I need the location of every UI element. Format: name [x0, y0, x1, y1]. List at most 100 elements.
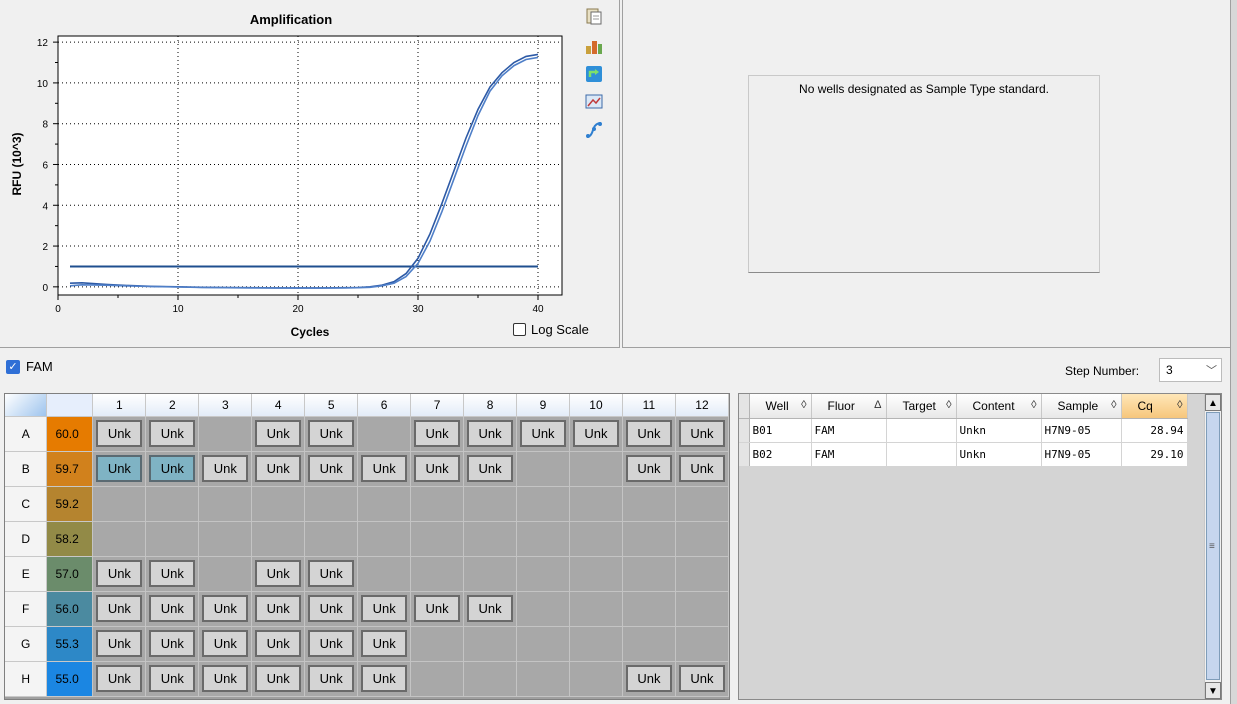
- plate-column-header[interactable]: 3: [198, 394, 253, 417]
- plate-well[interactable]: Unk: [145, 450, 200, 487]
- results-scrollbar[interactable]: ▲ ≡ ▼: [1204, 394, 1221, 699]
- plate-well[interactable]: Unk: [198, 450, 253, 487]
- step-number-select[interactable]: 3 ﹀: [1159, 358, 1222, 382]
- well-sample-label[interactable]: Unk: [149, 420, 196, 447]
- plate-well[interactable]: Unk: [621, 450, 676, 487]
- plate-well[interactable]: Unk: [568, 415, 623, 452]
- plate-well[interactable]: Unk: [92, 415, 147, 452]
- export-icon[interactable]: [584, 36, 604, 56]
- sort-icon[interactable]: ◊: [801, 399, 806, 411]
- plate-well[interactable]: Unk: [145, 590, 200, 627]
- results-row[interactable]: B01 FAM Unkn H7N9-05 28.94: [739, 418, 1188, 443]
- plate-well[interactable]: Unk: [463, 450, 518, 487]
- plate-well[interactable]: Unk: [251, 660, 306, 697]
- plate-well[interactable]: Unk: [357, 450, 412, 487]
- well-sample-label[interactable]: Unk: [255, 630, 302, 657]
- plate-column-header[interactable]: 4: [251, 394, 306, 417]
- well-sample-label[interactable]: Unk: [308, 665, 355, 692]
- sort-icon[interactable]: Δ: [874, 399, 881, 411]
- well-sample-label[interactable]: Unk: [202, 665, 249, 692]
- row-selector[interactable]: [739, 418, 750, 443]
- plate-well[interactable]: [516, 520, 570, 557]
- image-icon[interactable]: [584, 92, 604, 112]
- well-sample-label[interactable]: Unk: [625, 455, 672, 482]
- plate-well[interactable]: Unk: [251, 625, 306, 662]
- well-sample-label[interactable]: Unk: [361, 595, 408, 622]
- plate-well[interactable]: [568, 660, 623, 697]
- plate-well[interactable]: [516, 555, 570, 592]
- plate-well[interactable]: [516, 450, 570, 487]
- plate-well[interactable]: Unk: [410, 450, 465, 487]
- plate-well[interactable]: Unk: [304, 660, 359, 697]
- plate-row-header[interactable]: E: [5, 556, 48, 592]
- plate-well[interactable]: [621, 590, 676, 627]
- plate-well[interactable]: Unk: [621, 415, 676, 452]
- plate-well[interactable]: [251, 485, 306, 522]
- plate-well[interactable]: [621, 555, 676, 592]
- plate-column-header[interactable]: 2: [145, 394, 200, 417]
- results-row[interactable]: B02 FAM Unkn H7N9-05 29.10: [739, 442, 1188, 467]
- plate-well[interactable]: [198, 520, 253, 557]
- well-sample-label[interactable]: Unk: [308, 630, 355, 657]
- plate-well[interactable]: [198, 555, 253, 592]
- well-sample-label[interactable]: Unk: [414, 595, 461, 622]
- results-column-cq[interactable]: Cq ◊: [1121, 394, 1188, 419]
- plate-well[interactable]: [198, 415, 253, 452]
- plate-well[interactable]: [410, 660, 465, 697]
- well-sample-label[interactable]: Unk: [202, 630, 249, 657]
- well-sample-label[interactable]: Unk: [625, 420, 672, 447]
- well-sample-label[interactable]: Unk: [255, 455, 302, 482]
- well-sample-label[interactable]: Unk: [467, 420, 514, 447]
- plate-well[interactable]: Unk: [92, 625, 147, 662]
- plate-well[interactable]: Unk: [198, 625, 253, 662]
- well-sample-label[interactable]: Unk: [149, 560, 196, 587]
- plate-well[interactable]: [621, 625, 676, 662]
- plate-well[interactable]: [674, 485, 730, 522]
- plate-well[interactable]: [463, 660, 518, 697]
- plate-well[interactable]: Unk: [145, 415, 200, 452]
- plate-well[interactable]: [357, 555, 412, 592]
- plate-row-header[interactable]: A: [5, 416, 48, 452]
- plate-well[interactable]: Unk: [145, 555, 200, 592]
- plate-well[interactable]: Unk: [304, 590, 359, 627]
- plate-well[interactable]: Unk: [198, 660, 253, 697]
- plate-well[interactable]: Unk: [463, 590, 518, 627]
- well-sample-label[interactable]: Unk: [308, 595, 355, 622]
- well-sample-label[interactable]: Unk: [308, 420, 355, 447]
- plate-well[interactable]: Unk: [92, 660, 147, 697]
- well-sample-label[interactable]: Unk: [255, 420, 302, 447]
- plate-well[interactable]: [568, 450, 623, 487]
- plate-row-header[interactable]: D: [5, 521, 48, 557]
- well-sample-label[interactable]: Unk: [308, 455, 355, 482]
- plate-well[interactable]: Unk: [145, 660, 200, 697]
- plate-well[interactable]: Unk: [674, 450, 730, 487]
- well-sample-label[interactable]: Unk: [96, 595, 143, 622]
- results-column-target[interactable]: Target ◊: [886, 394, 957, 419]
- plate-well[interactable]: [568, 625, 623, 662]
- results-column-sample[interactable]: Sample ◊: [1041, 394, 1122, 419]
- plate-well[interactable]: Unk: [463, 415, 518, 452]
- plate-column-header[interactable]: 7: [410, 394, 465, 417]
- well-sample-label[interactable]: Unk: [625, 665, 672, 692]
- plate-well[interactable]: Unk: [198, 590, 253, 627]
- plate-well[interactable]: Unk: [304, 555, 359, 592]
- plate-row-header[interactable]: H: [5, 661, 48, 697]
- well-sample-label[interactable]: Unk: [255, 560, 302, 587]
- plate-well[interactable]: [463, 625, 518, 662]
- plate-well[interactable]: [463, 520, 518, 557]
- plate-column-header[interactable]: 9: [516, 394, 570, 417]
- plate-well[interactable]: Unk: [251, 450, 306, 487]
- plate-well[interactable]: Unk: [145, 625, 200, 662]
- log-scale-checkbox[interactable]: [513, 323, 526, 336]
- well-sample-label[interactable]: Unk: [308, 560, 355, 587]
- well-sample-label[interactable]: Unk: [572, 420, 619, 447]
- plate-well[interactable]: [410, 485, 465, 522]
- plate-column-header[interactable]: 12: [675, 394, 730, 417]
- plate-well[interactable]: [516, 485, 570, 522]
- well-sample-label[interactable]: Unk: [678, 420, 725, 447]
- plate-well[interactable]: Unk: [621, 660, 676, 697]
- sort-icon[interactable]: ◊: [1177, 399, 1182, 411]
- plate-corner[interactable]: [5, 394, 48, 417]
- well-sample-label[interactable]: Unk: [149, 630, 196, 657]
- plate-well[interactable]: [357, 415, 412, 452]
